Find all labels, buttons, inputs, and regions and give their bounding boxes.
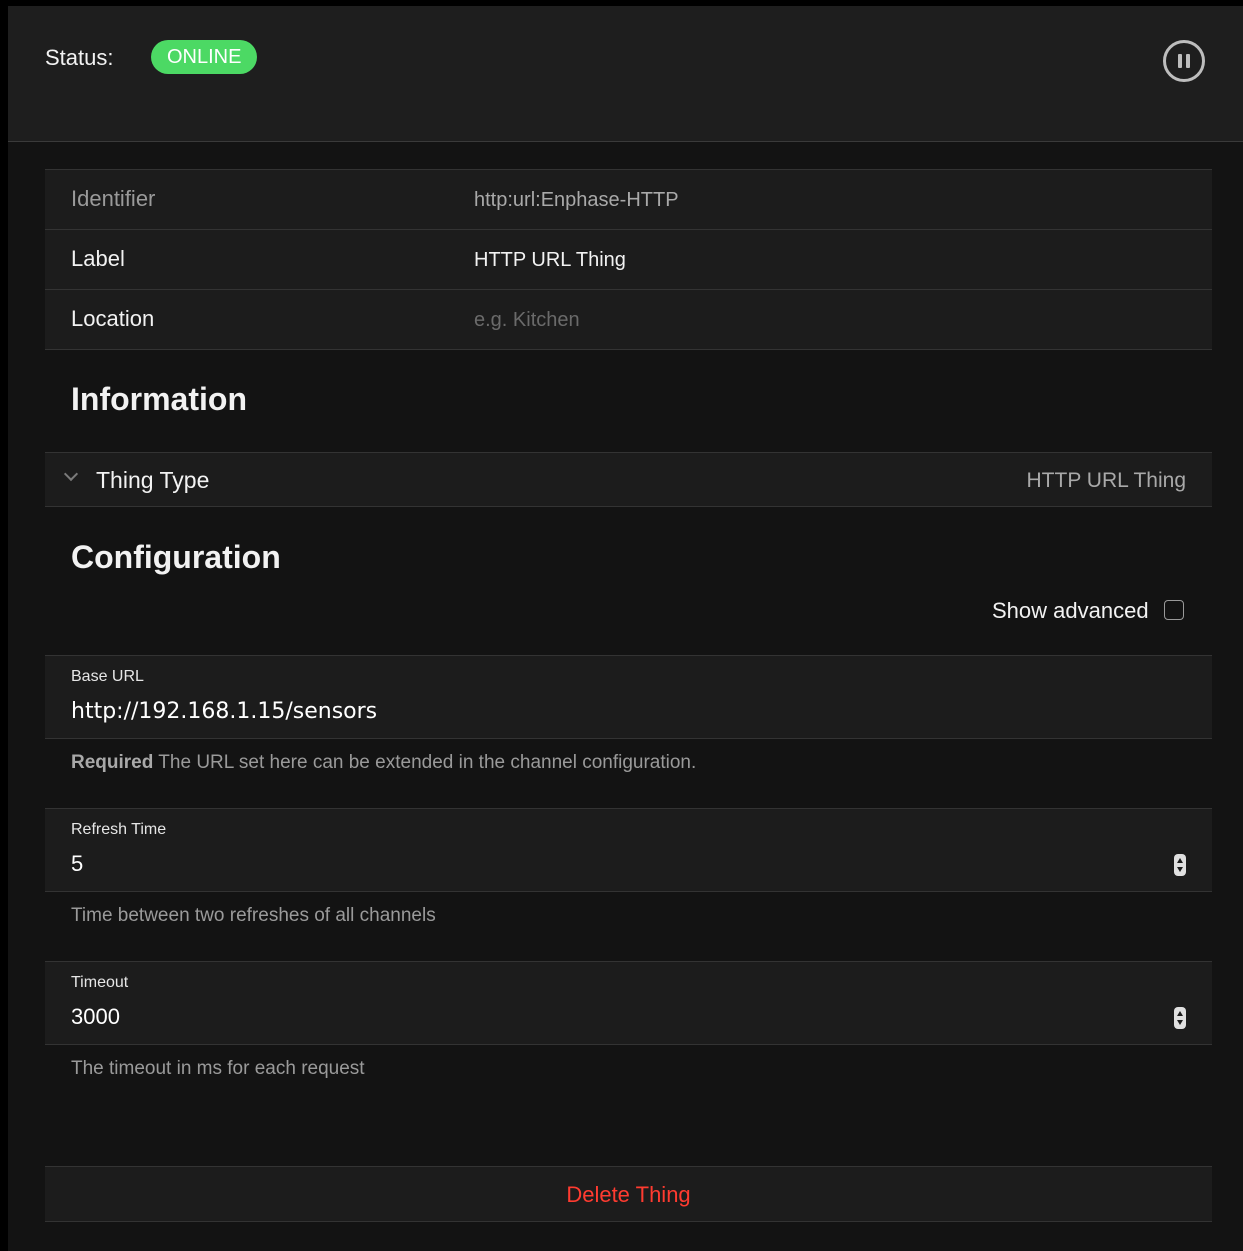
refresh-time-stepper[interactable] <box>1174 854 1186 876</box>
refresh-time-field[interactable]: Refresh Time <box>45 808 1212 892</box>
label-label: Label <box>71 246 125 271</box>
timeout-help: The timeout in ms for each request <box>71 1058 365 1079</box>
timeout-stepper[interactable] <box>1174 1007 1186 1029</box>
timeout-input[interactable] <box>71 1002 1151 1032</box>
identifier-label: Identifier <box>71 186 156 211</box>
thing-type-row[interactable]: Thing Type HTTP URL Thing <box>45 452 1212 507</box>
pause-icon <box>1178 54 1182 68</box>
base-url-help-text: The URL set here can be extended in the … <box>158 752 697 773</box>
identifier-value: http:url:Enphase-HTTP <box>474 189 679 211</box>
thing-type-value: HTTP URL Thing <box>1026 469 1187 492</box>
location-input[interactable] <box>474 305 1174 335</box>
thing-details-panel: Status: ONLINE Identifier http:url:Enpha… <box>8 6 1243 1251</box>
configuration-heading: Configuration <box>71 539 281 575</box>
timeout-label: Timeout <box>71 974 129 991</box>
information-heading: Information <box>71 381 247 417</box>
base-url-field[interactable]: Base URL <box>45 655 1212 739</box>
status-bar: Status: ONLINE <box>8 6 1243 142</box>
show-advanced-label[interactable]: Show advanced <box>992 598 1149 624</box>
base-url-help: Required The URL set here can be extende… <box>71 752 696 774</box>
base-url-input[interactable] <box>71 696 1151 726</box>
refresh-time-label: Refresh Time <box>71 821 167 838</box>
chevron-down-icon <box>63 466 79 482</box>
timeout-field[interactable]: Timeout <box>45 961 1212 1045</box>
label-row[interactable]: Label HTTP URL Thing <box>45 230 1212 290</box>
identifier-row: Identifier http:url:Enphase-HTTP <box>45 170 1212 230</box>
label-input[interactable]: HTTP URL Thing <box>474 249 626 272</box>
thing-properties-list: Identifier http:url:Enphase-HTTP Label H… <box>45 169 1212 350</box>
base-url-label: Base URL <box>71 668 144 685</box>
delete-thing-button[interactable]: Delete Thing <box>45 1182 1212 1208</box>
status-label: Status: <box>45 45 114 70</box>
refresh-time-input[interactable] <box>71 849 1151 879</box>
show-advanced-checkbox[interactable] <box>1164 600 1184 620</box>
refresh-time-help: Time between two refreshes of all channe… <box>71 905 436 926</box>
location-label: Location <box>71 306 155 331</box>
location-row[interactable]: Location <box>45 290 1212 349</box>
required-tag: Required <box>71 752 154 773</box>
delete-thing-row[interactable]: Delete Thing <box>45 1166 1212 1222</box>
status-badge: ONLINE <box>151 40 258 74</box>
pause-button[interactable] <box>1163 40 1205 82</box>
thing-type-label: Thing Type <box>96 467 210 493</box>
